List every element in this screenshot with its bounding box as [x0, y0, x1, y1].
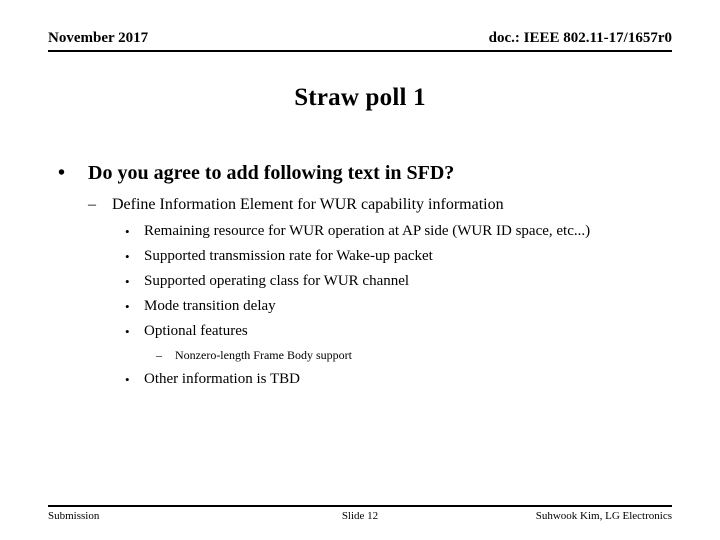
slide-header: November 2017 doc.: IEEE 802.11-17/1657r…	[48, 30, 672, 52]
slide-body: • Do you agree to add following text in …	[48, 160, 676, 392]
bullet-level3-text: Supported transmission rate for Wake-up …	[144, 248, 433, 264]
slide-footer: Slide 12 Submission Suhwook Kim, LG Elec…	[48, 510, 672, 526]
bullet-dash-icon: –	[156, 348, 162, 362]
bullet-level2: – Define Information Element for WUR cap…	[48, 194, 676, 216]
bullet-level4: – Nonzero-length Frame Body support	[48, 344, 676, 367]
slide-canvas: November 2017 doc.: IEEE 802.11-17/1657r…	[0, 0, 720, 540]
bullet-level2-text: Define Information Element for WUR capab…	[112, 196, 504, 213]
bullet-dot-icon: •	[125, 372, 130, 387]
bullet-level3-text: Supported operating class for WUR channe…	[144, 273, 410, 289]
footer-submission-label: Submission	[48, 510, 100, 522]
bullet-level3: • Supported operating class for WUR chan…	[48, 269, 676, 294]
bullet-dot-icon: •	[125, 224, 130, 239]
bullet-level3: • Mode transition delay	[48, 294, 676, 319]
footer-author: Suhwook Kim, LG Electronics	[535, 510, 672, 522]
bullet-level3-text: Mode transition delay	[144, 298, 276, 314]
header-divider	[48, 50, 672, 52]
bullet-dot-icon: •	[125, 299, 130, 314]
bullet-dot-icon: •	[58, 162, 66, 184]
bullet-level3-text: Other information is TBD	[144, 371, 300, 387]
bullet-dot-icon: •	[125, 274, 130, 289]
bullet-level1: • Do you agree to add following text in …	[48, 160, 676, 186]
header-document-number: doc.: IEEE 802.11-17/1657r0	[488, 30, 672, 46]
slide-title: Straw poll 1	[294, 84, 426, 111]
bullet-dot-icon: •	[125, 324, 130, 339]
bullet-level3: • Optional features	[48, 319, 676, 344]
bullet-level1-text: Do you agree to add following text in SF…	[88, 162, 455, 184]
bullet-level4-text: Nonzero-length Frame Body support	[175, 348, 352, 362]
bullet-level3: • Remaining resource for WUR operation a…	[48, 219, 676, 244]
bullet-level3: • Supported transmission rate for Wake-u…	[48, 244, 676, 269]
bullet-dot-icon: •	[125, 249, 130, 264]
bullet-level3-text: Optional features	[144, 323, 248, 339]
bullet-level3: • Other information is TBD	[48, 367, 676, 392]
header-date: November 2017	[48, 30, 149, 46]
footer-divider	[48, 505, 672, 507]
bullet-dash-icon: –	[88, 196, 96, 213]
bullet-level3-text: Remaining resource for WUR operation at …	[144, 223, 591, 239]
